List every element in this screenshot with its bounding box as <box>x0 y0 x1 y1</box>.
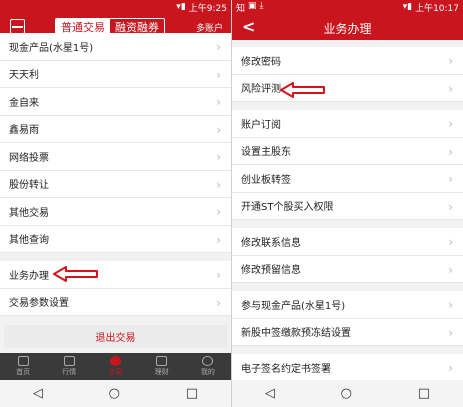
chevron-right-icon: › <box>216 95 221 109</box>
tab-mine[interactable]: 我的 <box>185 353 231 380</box>
tab-trade[interactable]: 交易 <box>92 353 138 380</box>
business-menu-list: 修改密码 › 风险评测 › 账户订阅 › 设置主股东 › 创业板转签 › 开通ST个股买入… <box>232 47 463 382</box>
chevron-right-icon: › <box>216 205 221 219</box>
chevron-right-icon: › <box>448 361 453 375</box>
user-icon <box>202 356 214 366</box>
status-time: 上午10:17 <box>415 3 459 14</box>
tab-home[interactable]: 首页 <box>0 353 46 380</box>
status-time: 上午9:25 <box>188 3 227 14</box>
chevron-right-icon: › <box>448 81 453 96</box>
page-title: 业务办理 <box>323 22 372 36</box>
trade-menu-list: 现金产品(水星1号) › 天天利 › 金自来 › 鑫易雨 › 网络投票 › 股份转让 › 其… <box>0 33 231 316</box>
list-item[interactable]: 新股中签缴款预冻结设置 › <box>232 318 463 346</box>
scan-icon[interactable] <box>10 19 25 34</box>
list-item[interactable]: 其他交易 › <box>0 198 231 226</box>
tab-market[interactable]: 行情 <box>46 353 92 380</box>
chevron-right-icon: › <box>448 298 453 312</box>
chart-icon <box>63 356 75 366</box>
list-item[interactable]: 创业板转签 › <box>232 165 463 193</box>
chevron-right-icon: › <box>216 295 221 310</box>
download-notification-icon: ⤓ <box>259 1 264 11</box>
signal-icon: ▾▮ <box>402 2 413 12</box>
list-item[interactable]: 股份转让 › <box>0 170 231 198</box>
chevron-right-icon: › <box>216 268 221 282</box>
list-item[interactable]: 金自来 › <box>0 88 231 116</box>
top-bar: < 业务办理 <box>232 14 463 40</box>
list-item[interactable]: 修改预留信息 › <box>232 255 463 283</box>
list-item[interactable]: 天天利 › <box>0 60 231 88</box>
list-item[interactable]: 开通ST个股买入权限 › <box>232 192 463 220</box>
chevron-right-icon: › <box>448 262 453 277</box>
business-handling-item[interactable]: 业务办理 › <box>0 261 231 289</box>
status-bar: 知 ▣ ⤓ ▾▮ 上午10:17 <box>232 0 463 14</box>
chevron-right-icon: › <box>216 150 221 164</box>
list-item[interactable]: 电子签名约定书签署 › <box>232 354 463 382</box>
list-item[interactable]: 参与现金产品(水星1号) › <box>232 291 463 319</box>
system-nav-bar: ◁ ○ □ <box>232 380 463 407</box>
chevron-right-icon: › <box>448 117 453 131</box>
chevron-right-icon: › <box>216 177 221 192</box>
home-nav-icon[interactable]: ○ <box>109 386 120 401</box>
recent-apps-icon[interactable]: □ <box>418 386 430 401</box>
home-nav-icon[interactable]: ○ <box>341 386 352 401</box>
list-item[interactable]: 交易参数设置 › <box>0 288 231 316</box>
chevron-right-icon: › <box>448 199 453 214</box>
list-item[interactable]: 修改密码 › <box>232 47 463 75</box>
list-item[interactable]: 鑫易雨 › <box>0 115 231 143</box>
chevron-right-icon: › <box>448 325 453 340</box>
recent-apps-icon[interactable]: □ <box>186 386 198 401</box>
list-item[interactable]: 网络投票 › <box>0 143 231 171</box>
system-nav-bar: ◁ ○ □ <box>0 380 231 407</box>
chevron-right-icon: › <box>216 67 221 82</box>
list-item[interactable]: 其他查询 › <box>0 225 231 253</box>
tab-finance[interactable]: 理财 <box>139 353 185 380</box>
signal-icon: ▾▮ <box>176 2 186 12</box>
image-notification-icon: ▣ <box>248 1 257 11</box>
pointer-arrow-icon <box>280 82 325 98</box>
chevron-right-icon: › <box>216 122 221 137</box>
list-item[interactable]: 修改联系信息 › <box>232 228 463 256</box>
list-item[interactable]: 现金产品(水星1号) › <box>0 33 231 61</box>
home-icon <box>17 356 29 366</box>
finance-icon <box>156 356 168 366</box>
chevron-right-icon: › <box>216 232 221 247</box>
back-nav-icon[interactable]: ◁ <box>265 386 275 401</box>
chevron-right-icon: › <box>448 235 453 249</box>
chevron-right-icon: › <box>448 54 453 68</box>
logout-button[interactable]: 退出交易 <box>4 325 227 348</box>
chevron-right-icon: › <box>448 144 453 159</box>
right-screen: 知 ▣ ⤓ ▾▮ 上午10:17 < 业务办理 修改密码 › 风险评测 › 账户订阅… <box>232 0 463 407</box>
pointer-arrow-icon <box>53 266 98 282</box>
chevron-right-icon: › <box>448 172 453 186</box>
list-item[interactable]: 设置主股东 › <box>232 137 463 165</box>
bottom-tab-bar: 首页 行情 交易 理财 我的 <box>0 353 231 380</box>
chevron-right-icon: › <box>216 40 221 54</box>
list-item[interactable]: 账户订阅 › <box>232 110 463 138</box>
back-nav-icon[interactable]: ◁ <box>33 386 43 401</box>
trade-icon <box>110 356 121 366</box>
risk-assessment-item[interactable]: 风险评测 › <box>232 74 463 102</box>
left-screen: ▾▮ 上午9:25 普通交易 融资融券 多账户 现金产品(水星1号) › 天天利 ›… <box>0 0 231 407</box>
status-bar: ▾▮ 上午9:25 <box>0 0 231 14</box>
